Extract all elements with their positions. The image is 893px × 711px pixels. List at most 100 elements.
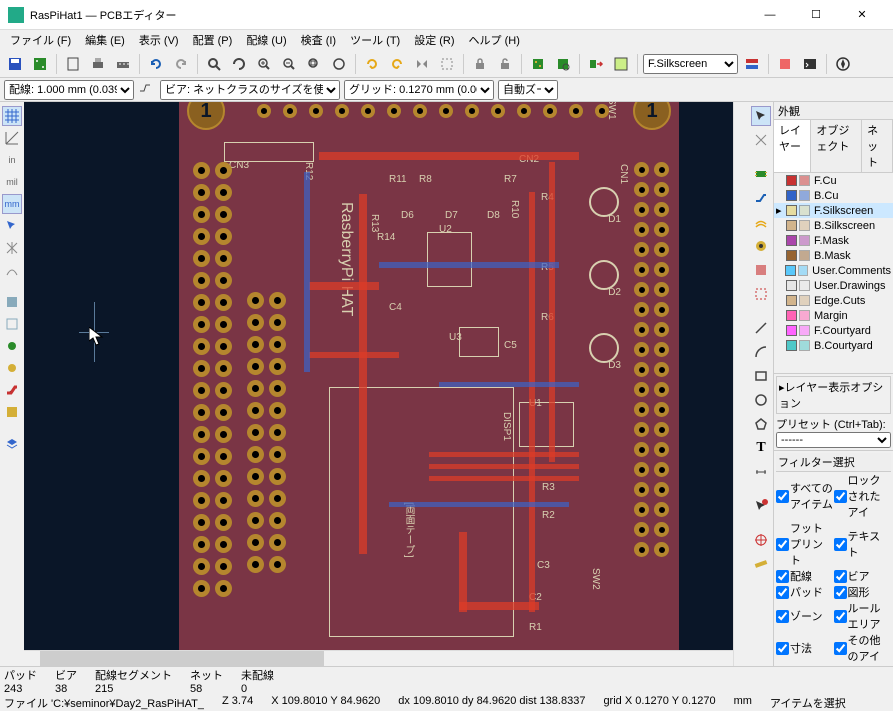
compass-icon[interactable] — [832, 53, 854, 75]
horizontal-scrollbar[interactable] — [24, 650, 733, 666]
zoom-out-icon[interactable] — [278, 53, 300, 75]
close-button[interactable]: ✕ — [839, 0, 885, 30]
layer-row[interactable]: B.Silkscreen — [774, 218, 893, 233]
ratsnest-curved-icon[interactable] — [2, 260, 22, 280]
measure-icon[interactable] — [751, 554, 771, 574]
set-origin-icon[interactable] — [751, 530, 771, 550]
layer-row[interactable]: Margin — [774, 308, 893, 323]
filter-check[interactable] — [834, 610, 847, 623]
layer-row[interactable]: F.Courtyard — [774, 323, 893, 338]
tab-layers[interactable]: レイヤー — [774, 120, 811, 172]
polar-coord-icon[interactable] — [2, 128, 22, 148]
route-track-icon[interactable] — [751, 188, 771, 208]
layer-row[interactable]: B.Mask — [774, 248, 893, 263]
cursor-shape-icon[interactable] — [2, 216, 22, 236]
page-settings-icon[interactable] — [62, 53, 84, 75]
rotate-ccw-icon[interactable] — [361, 53, 383, 75]
layer-row[interactable]: B.Courtyard — [774, 338, 893, 353]
delete-icon[interactable] — [751, 496, 771, 516]
select-tool-icon[interactable] — [751, 106, 771, 126]
zoom-selection-icon[interactable] — [328, 53, 350, 75]
maximize-button[interactable]: ☐ — [793, 0, 839, 30]
via-size-select[interactable]: ビア: ネットクラスのサイズを使用 — [160, 80, 340, 100]
mirror-v-icon[interactable] — [436, 53, 458, 75]
menu-prefs[interactable]: 設定 (R) — [408, 31, 460, 49]
zoom-fit-icon[interactable] — [303, 53, 325, 75]
vertical-scrollbar[interactable] — [733, 102, 749, 666]
footprint-editor-icon[interactable] — [527, 53, 549, 75]
menu-edit[interactable]: 編集 (E) — [79, 31, 131, 49]
layer-row[interactable]: F.Cu — [774, 173, 893, 188]
draw-line-icon[interactable] — [751, 318, 771, 338]
tab-objects[interactable]: オブジェクト — [811, 120, 862, 172]
layer-row[interactable]: F.Mask — [774, 233, 893, 248]
add-keepout-icon[interactable] — [751, 284, 771, 304]
menu-place[interactable]: 配置 (P) — [187, 31, 239, 49]
track-width-select[interactable]: 配線: 1.000 mm (0.03937 inch) — [4, 80, 134, 100]
route-diff-pair-icon[interactable] — [751, 212, 771, 232]
track-auto-icon[interactable] — [138, 81, 156, 99]
filter-check[interactable] — [776, 586, 789, 599]
add-dimension-icon[interactable] — [751, 462, 771, 482]
filter-check[interactable] — [776, 570, 789, 583]
draw-arc-icon[interactable] — [751, 342, 771, 362]
draw-circle-icon[interactable] — [751, 390, 771, 410]
menu-route[interactable]: 配線 (U) — [240, 31, 292, 49]
place-footprint-icon[interactable] — [751, 164, 771, 184]
filter-check[interactable] — [776, 610, 789, 623]
menu-inspect[interactable]: 検査 (I) — [295, 31, 342, 49]
menu-view[interactable]: 表示 (V) — [133, 31, 185, 49]
filter-check[interactable] — [834, 570, 847, 583]
menu-help[interactable]: ヘルプ (H) — [463, 31, 526, 49]
inch-unit-icon[interactable]: in — [2, 150, 22, 170]
scripting-icon[interactable] — [774, 53, 796, 75]
console-icon[interactable] — [799, 53, 821, 75]
zone-fill-icon[interactable] — [2, 292, 22, 312]
zone-outline-icon[interactable] — [2, 314, 22, 334]
save-icon[interactable] — [4, 53, 26, 75]
layer-pair-icon[interactable] — [741, 53, 763, 75]
draw-rect-icon[interactable] — [751, 366, 771, 386]
minimize-button[interactable]: — — [747, 0, 793, 30]
rotate-cw-icon[interactable] — [386, 53, 408, 75]
plot-icon[interactable] — [112, 53, 134, 75]
layer-list[interactable]: F.CuB.Cu▸F.SilkscreenB.SilkscreenF.MaskB… — [774, 173, 893, 373]
highlight-net-icon[interactable] — [751, 130, 771, 150]
tab-nets[interactable]: ネット — [862, 120, 893, 172]
track-fill-icon[interactable] — [2, 380, 22, 400]
layer-select[interactable]: F.Silkscreen — [643, 54, 738, 74]
via-fill-icon[interactable] — [2, 358, 22, 378]
filter-check[interactable] — [834, 538, 847, 551]
filter-check[interactable] — [776, 490, 789, 503]
footprint-browser-icon[interactable] — [552, 53, 574, 75]
menu-file[interactable]: ファイル (F) — [4, 31, 77, 49]
lock-icon[interactable] — [469, 53, 491, 75]
board-setup-icon[interactable] — [29, 53, 51, 75]
filter-check[interactable] — [834, 586, 847, 599]
pcb-canvas[interactable]: 1 1 1 1 CN3 CN2 CN1 R12 R11 R8 R7 R4 R5 … — [24, 102, 733, 650]
grid-toggle-icon[interactable] — [2, 106, 22, 126]
add-text-icon[interactable]: T — [751, 438, 771, 458]
layer-row[interactable]: User.Drawings — [774, 278, 893, 293]
preset-select[interactable]: ------ — [776, 432, 891, 448]
refresh-icon[interactable] — [228, 53, 250, 75]
print-icon[interactable] — [87, 53, 109, 75]
filter-check[interactable] — [776, 538, 789, 551]
update-pcb-icon[interactable] — [585, 53, 607, 75]
contrast-mode-icon[interactable] — [2, 402, 22, 422]
draw-poly-icon[interactable] — [751, 414, 771, 434]
ratsnest-toggle-icon[interactable] — [2, 238, 22, 258]
layer-row[interactable]: User.Comments — [774, 263, 893, 278]
filter-check[interactable] — [834, 490, 847, 503]
unlock-icon[interactable] — [494, 53, 516, 75]
redo-icon[interactable] — [170, 53, 192, 75]
mm-unit-icon[interactable]: mm — [2, 194, 22, 214]
layer-row[interactable]: B.Cu — [774, 188, 893, 203]
menu-tools[interactable]: ツール (T) — [344, 31, 406, 49]
mil-unit-icon[interactable]: mil — [2, 172, 22, 192]
undo-icon[interactable] — [145, 53, 167, 75]
layer-row[interactable]: Edge.Cuts — [774, 293, 893, 308]
layer-row[interactable]: ▸F.Silkscreen — [774, 203, 893, 218]
grid-select[interactable]: グリッド: 0.1270 mm (0.0050 inch) — [344, 80, 494, 100]
add-zone-icon[interactable] — [751, 260, 771, 280]
